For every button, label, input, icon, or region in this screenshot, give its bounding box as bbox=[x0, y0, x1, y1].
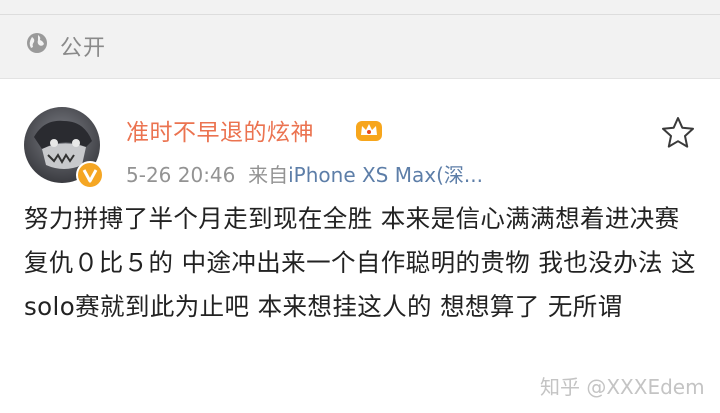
post-card: 准时不早退的炫神 5-26 20:46 来自iPhone XS Max(深...… bbox=[0, 78, 720, 413]
favorite-star-icon[interactable] bbox=[660, 115, 696, 151]
post-body: 努力拼搏了半个月走到现在全胜 本来是信心满满想着进决赛复仇０比５的 中途冲出来一… bbox=[24, 204, 696, 321]
top-divider bbox=[0, 0, 720, 15]
visibility-label: 公开 bbox=[60, 36, 107, 61]
visibility-bar bbox=[0, 15, 720, 77]
watermark: 知乎 @XXXEdem bbox=[540, 375, 705, 399]
author-name[interactable]: 准时不早退的炫神 bbox=[126, 113, 314, 147]
verified-badge-icon bbox=[76, 161, 104, 189]
globe-icon bbox=[27, 33, 47, 53]
source-link[interactable]: iPhone XS Max(深... bbox=[288, 163, 483, 187]
post-meta: 5-26 20:46 来自iPhone XS Max(深... bbox=[126, 159, 483, 188]
member-crown-icon[interactable] bbox=[354, 115, 384, 143]
post-time: 5-26 20:46 bbox=[126, 163, 236, 187]
source-prefix: 来自 bbox=[248, 163, 289, 187]
